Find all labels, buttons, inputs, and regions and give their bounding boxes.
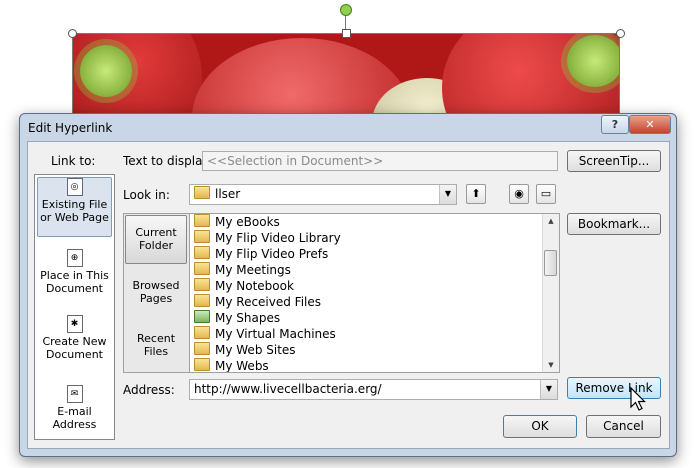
scroll-thumb[interactable] xyxy=(544,250,557,276)
list-item[interactable]: My Shapes xyxy=(194,310,280,326)
folder-icon xyxy=(194,278,210,291)
folder-icon xyxy=(194,262,210,275)
browse-web-icon[interactable]: ◉ xyxy=(509,184,529,204)
selection-border xyxy=(72,33,620,123)
list-item[interactable]: My Flip Video Library xyxy=(194,230,341,246)
file-name: My Flip Video Prefs xyxy=(215,247,329,261)
scroll-down-icon[interactable]: ▼ xyxy=(543,358,559,372)
ok-button[interactable]: OK xyxy=(503,415,577,438)
file-name: My eBooks xyxy=(215,215,280,229)
link-to-place-in-document[interactable]: ⊕ Place in This Document xyxy=(37,249,112,295)
email-icon: ✉ xyxy=(66,385,83,403)
list-item[interactable]: My eBooks xyxy=(194,214,280,230)
scroll-up-icon[interactable]: ▲ xyxy=(543,214,559,228)
up-folder-icon[interactable]: ⬆ xyxy=(466,184,486,204)
file-name: My Webs xyxy=(215,359,269,373)
folder-icon xyxy=(194,246,210,259)
link-to-panel: ◎ Existing File or Web Page ⊕ Place in T… xyxy=(34,174,115,440)
document-place-icon: ⊕ xyxy=(66,249,83,267)
look-in-dropdown[interactable]: llser ▼ xyxy=(189,184,457,205)
resize-handle-top-right[interactable] xyxy=(616,29,625,38)
chevron-down-icon[interactable]: ▼ xyxy=(540,380,557,399)
file-name: My Notebook xyxy=(215,279,294,293)
link-to-item-label: E-mail Address xyxy=(52,405,97,431)
look-in-value: llser xyxy=(215,187,241,201)
link-to-item-label: Create New Document xyxy=(42,335,107,361)
list-item[interactable]: My Web Sites xyxy=(194,342,296,358)
resize-handle-top-left[interactable] xyxy=(68,29,77,38)
screentip-button[interactable]: ScreenTip... xyxy=(567,150,661,172)
dialog-titlebar[interactable]: Edit Hyperlink ? ✕ xyxy=(20,114,676,142)
text-to-display-field[interactable]: <<Selection in Document>> xyxy=(202,151,558,171)
places-bar: Current Folder Browsed Pages Recent File… xyxy=(123,213,191,373)
link-to-item-label: Existing File or Web Page xyxy=(40,198,109,224)
address-value: http://www.livecellbacteria.erg/ xyxy=(194,382,382,396)
list-item[interactable]: My Webs xyxy=(194,358,269,373)
folder-icon xyxy=(194,230,210,243)
file-name: My Meetings xyxy=(215,263,291,277)
list-item[interactable]: My Flip Video Prefs xyxy=(194,246,328,262)
text-to-display-label: Text to display: xyxy=(123,154,213,168)
place-browsed-pages[interactable]: Browsed Pages xyxy=(125,279,187,305)
look-in-label: Look in: xyxy=(123,188,170,202)
cancel-button[interactable]: Cancel xyxy=(586,415,661,438)
chevron-down-icon[interactable]: ▼ xyxy=(439,185,456,204)
dialog-title: Edit Hyperlink xyxy=(28,121,113,135)
link-to-existing-file[interactable]: ◎ Existing File or Web Page xyxy=(37,177,112,237)
folder-icon xyxy=(194,294,210,307)
shapes-icon xyxy=(194,310,210,323)
new-document-icon: ✱ xyxy=(66,315,83,333)
place-current-folder[interactable]: Current Folder xyxy=(125,215,187,264)
file-name: My Web Sites xyxy=(215,343,296,357)
close-button[interactable]: ✕ xyxy=(629,115,671,134)
web-page-icon: ◎ xyxy=(66,178,83,196)
folder-icon xyxy=(194,214,210,227)
list-item[interactable]: My Received Files xyxy=(194,294,321,310)
rotation-handle[interactable] xyxy=(340,4,352,16)
link-to-email-address[interactable]: ✉ E-mail Address xyxy=(37,385,112,431)
file-name: My Received Files xyxy=(215,295,322,309)
bookmark-button[interactable]: Bookmark... xyxy=(567,213,661,235)
folder-icon xyxy=(194,326,210,339)
place-recent-files[interactable]: Recent Files xyxy=(125,332,187,358)
edit-hyperlink-dialog: Edit Hyperlink ? ✕ Link to: ◎ Existing F… xyxy=(19,113,677,457)
vertical-scrollbar[interactable]: ▲ ▼ xyxy=(542,214,559,372)
mouse-cursor-icon xyxy=(630,387,646,411)
link-to-create-new-document[interactable]: ✱ Create New Document xyxy=(37,315,112,361)
browse-file-icon[interactable]: ▭ xyxy=(536,184,556,204)
address-input[interactable]: http://www.livecellbacteria.erg/ ▼ xyxy=(189,379,558,400)
folder-icon xyxy=(194,186,210,199)
address-label: Address: xyxy=(123,383,175,397)
help-button[interactable]: ? xyxy=(601,115,629,134)
resize-handle-top[interactable] xyxy=(342,29,351,38)
file-list: My eBooks My Flip Video Library My Flip … xyxy=(189,213,560,373)
list-item[interactable]: My Virtual Machines xyxy=(194,326,336,342)
file-name: My Virtual Machines xyxy=(215,327,336,341)
remove-link-button[interactable]: Remove Link xyxy=(567,377,661,399)
file-name: My Shapes xyxy=(215,311,281,325)
link-to-item-label: Place in This Document xyxy=(40,269,109,295)
file-name: My Flip Video Library xyxy=(215,231,341,245)
link-to-label: Link to: xyxy=(51,154,96,168)
list-item[interactable]: My Notebook xyxy=(194,278,294,294)
folder-icon xyxy=(194,342,210,355)
list-item[interactable]: My Meetings xyxy=(194,262,291,278)
folder-icon xyxy=(194,358,210,371)
dialog-client-area: Link to: ◎ Existing File or Web Page ⊕ P… xyxy=(27,141,670,449)
